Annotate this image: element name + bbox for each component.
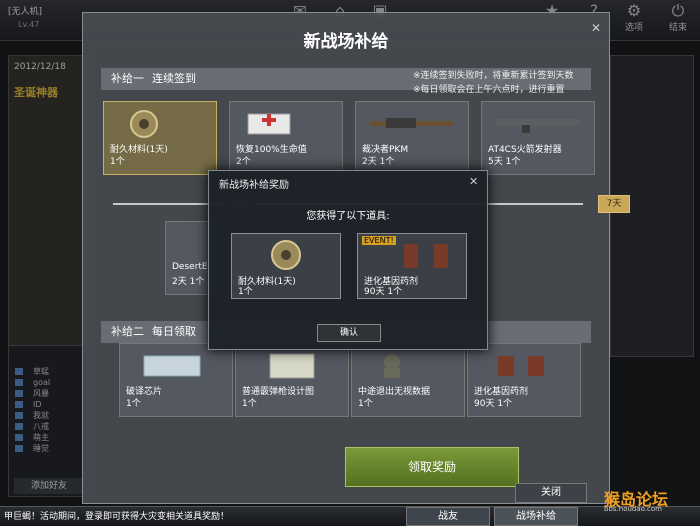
dialog-title: 新战场补给 <box>303 32 389 52</box>
popup-title: 新战场补给奖励 <box>219 180 289 191</box>
gear-icon <box>114 108 206 138</box>
daily-item[interactable]: 进化基因药剂 90天 1个 <box>467 343 581 417</box>
rocket-launcher-icon <box>492 108 584 138</box>
medkit-icon <box>240 108 332 138</box>
daily-item[interactable]: 普通霰弹枪设计图 1个 <box>235 343 349 417</box>
supply-button[interactable]: 战场补给 <box>494 507 578 526</box>
reward-item: EVENT! 进化基因药剂 90天 1个 <box>357 233 467 299</box>
blueprint-icon <box>246 350 338 380</box>
close-button[interactable]: 关闭 <box>515 483 587 503</box>
reward-item: 耐久材料(1天) 1个 <box>231 233 341 299</box>
daily-item[interactable]: 中途退出无视数据 1个 <box>351 343 465 417</box>
claim-reward-button[interactable]: 领取奖励 <box>345 447 519 487</box>
checkin-item[interactable]: AT4CS火箭发射器 5天 1个 <box>481 101 595 175</box>
machine-gun-icon <box>366 108 458 138</box>
boots-icon <box>398 240 462 276</box>
chip-icon <box>130 350 222 380</box>
daily-item[interactable]: 破译芯片 1个 <box>119 343 233 417</box>
checkin-item[interactable]: 裁决者PKM 2天 1个 <box>355 101 469 175</box>
event-badge: EVENT! <box>362 236 396 245</box>
soldier-icon <box>362 350 454 380</box>
forum-url: bbs.houdao.com <box>604 505 662 513</box>
checkin-item[interactable]: 耐久材料(1天) 1个 <box>103 101 217 175</box>
reward-popup: 新战场补给奖励 ✕ 您获得了以下道具: 耐久材料(1天) 1个 EVENT! 进化… <box>208 170 488 350</box>
checkin-item[interactable]: 恢复100%生命值 2个 <box>229 101 343 175</box>
gear-icon <box>262 238 310 276</box>
close-icon[interactable]: ✕ <box>589 21 603 35</box>
popup-message: 您获得了以下道具: <box>306 211 390 222</box>
close-icon[interactable]: ✕ <box>469 175 478 188</box>
news-ticker: 甲巨蝎！活动期间，登录即可获得大灾变相关道具奖励！ <box>4 512 230 522</box>
boots-icon <box>478 350 570 380</box>
checkin-notes: ※连续签到失败时，将重新累计签到天数 ※每日领取会在上午六点时，进行重置 <box>413 71 574 95</box>
confirm-button[interactable]: 确认 <box>317 324 381 342</box>
day-marker: 7天 <box>598 195 630 213</box>
friends-button[interactable]: 战友 <box>406 507 490 526</box>
